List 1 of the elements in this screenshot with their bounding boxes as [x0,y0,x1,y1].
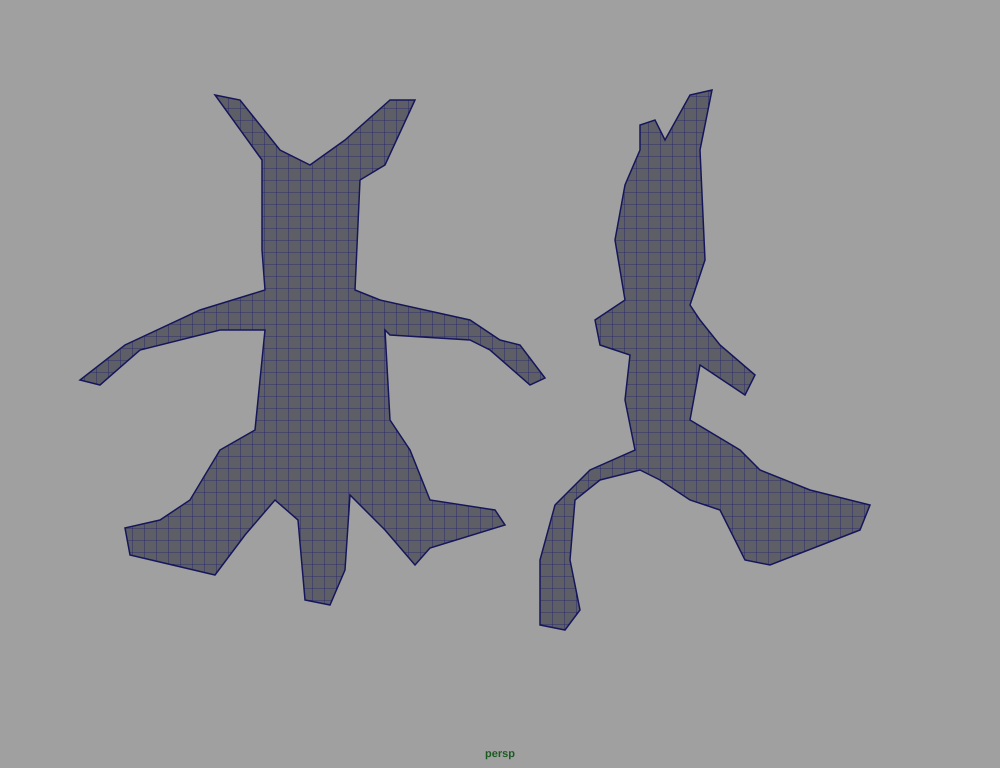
camera-label: persp [485,746,515,762]
